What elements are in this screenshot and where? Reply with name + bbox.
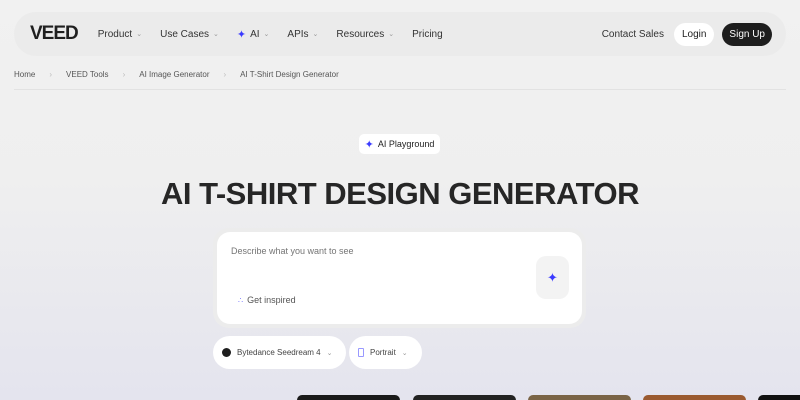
chevron-right-icon: › — [223, 70, 227, 79]
nav-label: AI — [250, 28, 260, 40]
page-title: AI T-SHIRT DESIGN GENERATOR — [161, 176, 639, 211]
ai-playground-badge[interactable]: ✦ AI Playground — [359, 134, 440, 154]
portrait-icon — [358, 348, 364, 357]
chevron-down-icon: ⌄ — [263, 31, 270, 38]
model-select[interactable]: Bytedance Seedream 4 ⌄ — [213, 336, 347, 369]
contact-sales-link[interactable]: Contact Sales — [602, 29, 664, 40]
aspect-label: Portrait — [370, 348, 396, 357]
example-thumbnail[interactable] — [413, 395, 516, 400]
sparkles-icon: ∴ — [238, 295, 244, 305]
nav-product[interactable]: Product ⌄ — [98, 29, 142, 40]
chevron-down-icon: ⌄ — [312, 31, 319, 38]
nav-pricing[interactable]: Pricing — [412, 29, 443, 40]
chevron-down-icon: ⌄ — [401, 349, 408, 357]
breadcrumb-home[interactable]: Home — [14, 70, 35, 79]
top-nav: VEED Product ⌄ Use Cases ⌄ ✦ AI ⌄ APIs ⌄ Reso… — [14, 12, 786, 56]
chevron-right-icon: › — [122, 70, 126, 79]
chevron-down-icon: ⌄ — [213, 31, 219, 38]
chevron-down-icon: ⌄ — [326, 349, 333, 357]
signup-button[interactable]: Sign Up — [722, 23, 772, 46]
sparkle-icon: ✦ — [364, 138, 374, 151]
nav-label: Pricing — [412, 28, 443, 40]
nav-label: APIs — [287, 28, 309, 40]
example-thumbnail[interactable] — [297, 395, 400, 400]
sparkle-icon: ✦ — [547, 269, 558, 285]
breadcrumb: Home › VEED Tools › AI Image Generator › AI… — [14, 70, 339, 79]
generate-button[interactable]: ✦ — [536, 256, 569, 299]
prompt-box: ✦ ∴Get inspired — [213, 228, 586, 328]
prompt-input[interactable] — [231, 246, 511, 256]
nav-label: Resources — [336, 28, 385, 40]
model-label: Bytedance Seedream 4 — [237, 348, 321, 357]
breadcrumb-tools[interactable]: VEED Tools — [66, 70, 109, 79]
breadcrumb-image-generator[interactable]: AI Image Generator — [139, 70, 209, 79]
sparkle-icon: ✦ — [236, 28, 247, 41]
nav-use-cases[interactable]: Use Cases ⌄ — [160, 29, 219, 40]
breadcrumb-current: AI T-Shirt Design Generator — [240, 70, 339, 79]
example-thumbnail[interactable] — [528, 395, 631, 400]
get-inspired-label: Get inspired — [247, 295, 296, 305]
chevron-down-icon: ⌄ — [136, 31, 143, 38]
divider — [14, 89, 786, 90]
chevron-down-icon: ⌄ — [388, 31, 395, 38]
nav-label: Use Cases — [160, 28, 209, 40]
login-button[interactable]: Login — [673, 23, 715, 46]
aspect-select[interactable]: Portrait ⌄ — [349, 336, 422, 369]
get-inspired-button[interactable]: ∴ Get inspired — [238, 295, 296, 305]
nav-resources[interactable]: Resources ⌄ — [336, 29, 394, 40]
nav-label: Product — [97, 28, 133, 40]
example-thumbnail[interactable] — [643, 395, 746, 400]
nav-ai[interactable]: ✦ AI ⌄ — [237, 28, 270, 41]
model-icon — [222, 348, 231, 357]
badge-label: AI Playground — [377, 139, 435, 149]
chevron-right-icon: › — [49, 70, 53, 79]
veed-logo[interactable]: VEED — [30, 23, 79, 45]
example-thumbnail[interactable] — [758, 395, 800, 400]
nav-apis[interactable]: APIs ⌄ — [287, 29, 318, 40]
